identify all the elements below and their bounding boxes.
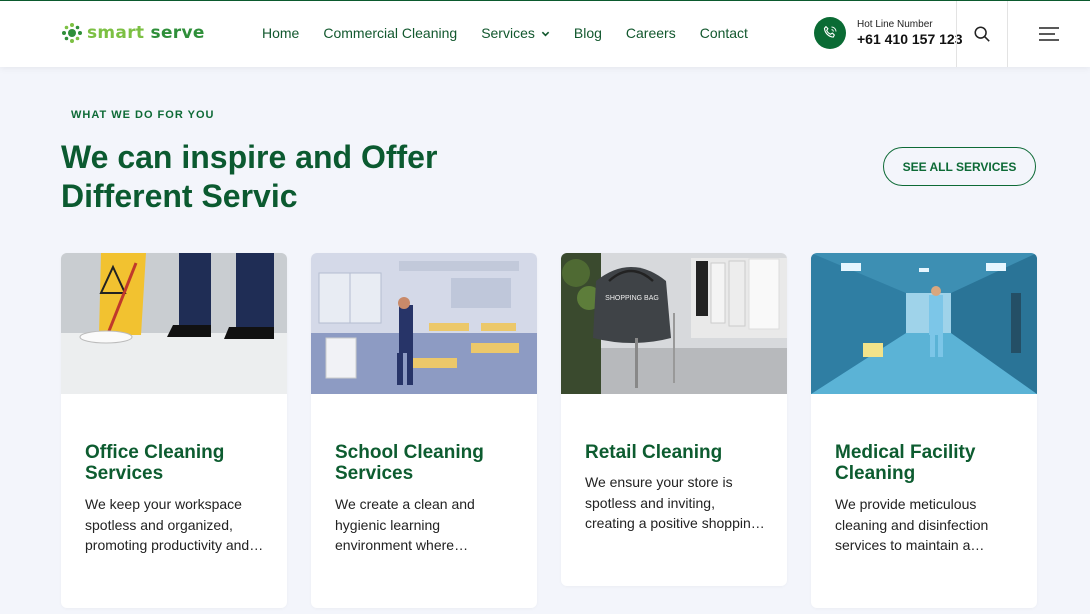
hotline[interactable]: Hot Line Number +61 410 157 123 [814,17,963,49]
logo-icon [62,23,82,43]
bag-label: SHOPPING BAG [605,295,659,302]
card-title[interactable]: Office Cleaning Services [85,442,275,484]
hotline-number[interactable]: +61 410 157 123 [857,31,963,47]
retail-cleaning-image: SHOPPING BAG [561,253,787,394]
medical-cleaning-image [811,253,1037,394]
nav-services-label: Services [481,25,535,41]
card-description: We keep your workspace spotless and orga… [85,496,264,553]
service-card-office[interactable]: Office Cleaning Services We keep your wo… [61,253,287,608]
phone-icon [814,17,846,49]
office-cleaning-image [61,253,287,394]
card-description: We provide meticulous cleaning and disin… [835,496,989,553]
main-nav: Home Commercial Cleaning Services Blog C… [262,25,772,41]
chevron-down-icon [541,31,550,36]
card-description: We create a clean and hygienic learning … [335,496,475,553]
nav-services[interactable]: Services [481,25,550,41]
card-description: We ensure your store is spotless and inv… [585,474,765,531]
card-title[interactable]: Medical Facility Cleaning [835,442,1025,484]
section-title-line2: Different Servic [61,178,298,214]
card-title[interactable]: School Cleaning Services [335,442,525,484]
search-button[interactable] [956,1,1007,67]
search-icon [974,26,990,42]
card-title[interactable]: Retail Cleaning [585,442,775,463]
nav-blog[interactable]: Blog [574,25,602,41]
nav-contact[interactable]: Contact [700,25,748,41]
section-title: We can inspire and Offer Different Servi… [61,138,521,216]
section-eyebrow: WHAT WE DO FOR YOU [71,109,215,121]
see-all-services-button[interactable]: SEE ALL SERVICES [883,147,1036,186]
nav-careers[interactable]: Careers [626,25,676,41]
section-title-line1: We can inspire and Offer [61,139,438,175]
service-card-medical[interactable]: Medical Facility Cleaning We provide met… [811,253,1037,608]
brand-logo[interactable]: smart serve [61,22,205,44]
service-card-retail[interactable]: SHOPPING BAG Retail Cleaning We ensure y… [561,253,787,586]
service-card-school[interactable]: School Cleaning Services We create a cle… [311,253,537,608]
nav-commercial-cleaning[interactable]: Commercial Cleaning [323,25,457,41]
hamburger-menu-icon [1039,27,1059,41]
nav-home[interactable]: Home [262,25,299,41]
menu-button[interactable] [1007,1,1090,67]
school-cleaning-image [311,253,537,394]
logo-wordmark: smart serve [87,23,205,43]
site-header: smart serve Home Commercial Cleaning Ser… [0,0,1090,67]
hotline-label: Hot Line Number [857,19,933,30]
